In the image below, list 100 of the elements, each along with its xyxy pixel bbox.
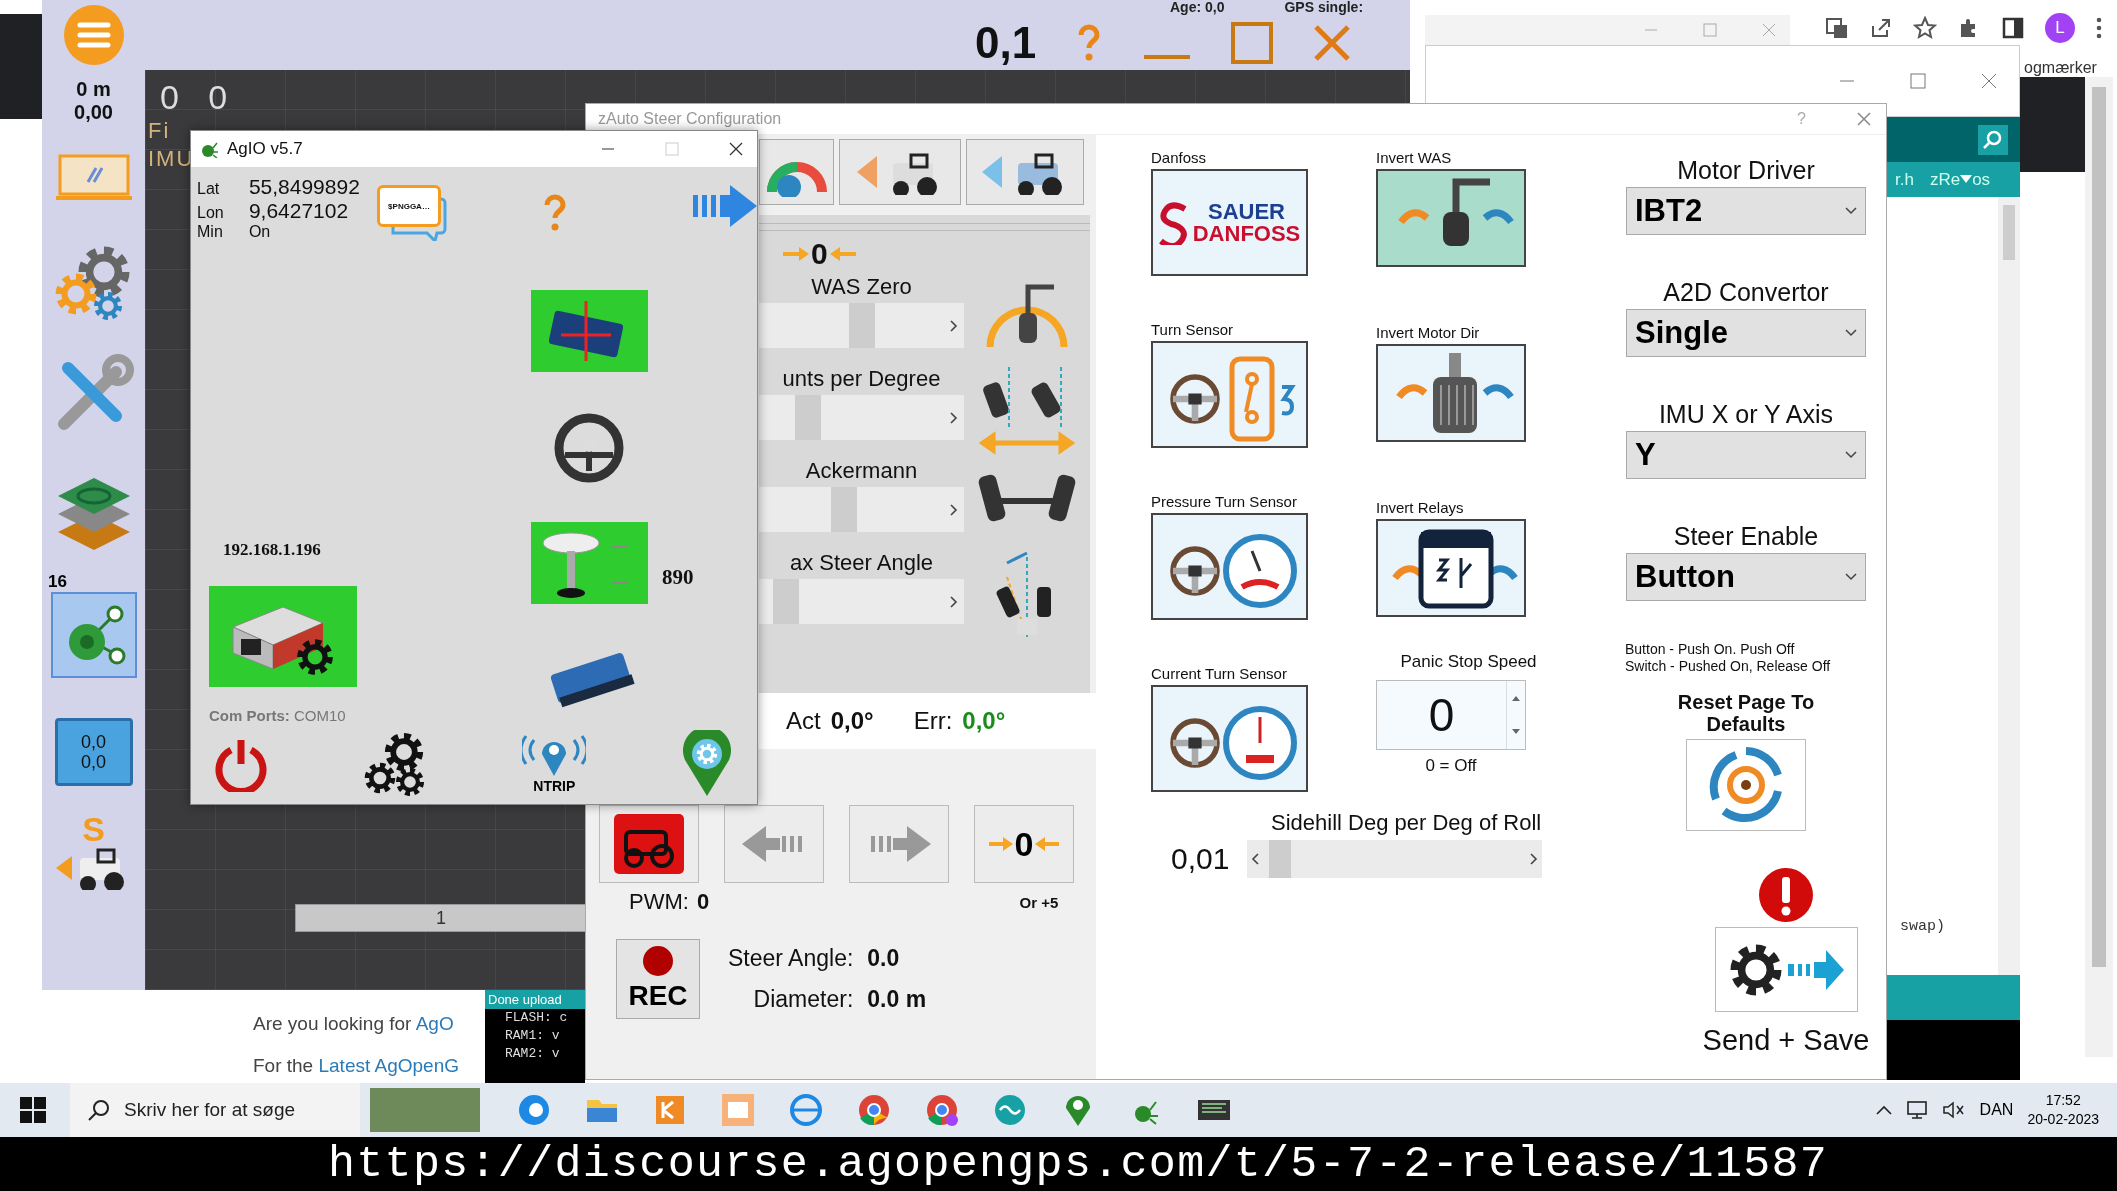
bookmarks-label[interactable]: ogmærker <box>2020 55 2117 77</box>
ntrip-button[interactable]: NTRIP <box>522 734 587 794</box>
slider-track[interactable] <box>759 579 964 624</box>
windows-logo-icon[interactable] <box>20 1097 46 1123</box>
more-menu-icon[interactable] <box>2095 15 2103 40</box>
page-link[interactable]: Latest AgOpenG <box>318 1055 459 1076</box>
age-label: Age: 0,0 <box>1170 0 1225 15</box>
gps-message-count: 890 <box>662 565 694 590</box>
down-arrow-icon[interactable] <box>1512 729 1520 735</box>
lane-indicator: 1 <box>295 904 587 932</box>
chevron-left-icon[interactable] <box>1251 853 1260 865</box>
longitude-value: 9,6427102 <box>248 199 350 223</box>
chevron-right-icon[interactable] <box>950 595 958 608</box>
area-value: 0,00 <box>74 101 113 124</box>
close-icon[interactable] <box>729 142 743 156</box>
sidehill-value: 0,01 <box>1171 842 1230 876</box>
translate-icon[interactable] <box>1825 15 1849 40</box>
steer-angle-label: Steer Angle: <box>728 945 854 972</box>
chevron-right-icon[interactable] <box>950 503 958 516</box>
dropdown-label: Steer Enable <box>1673 521 1819 552</box>
dropdown[interactable]: Button <box>1626 553 1866 601</box>
panic-stop-label: Panic Stop Speed <box>1399 652 1538 673</box>
nmea-button[interactable]: $PNGGA… <box>377 185 447 241</box>
console-line: RAM1: v <box>504 1027 561 1045</box>
tractor-tab[interactable] <box>966 139 1084 205</box>
slider-track[interactable] <box>759 395 964 440</box>
chevron-right-icon[interactable] <box>950 411 958 424</box>
chrome-icon <box>924 1092 960 1128</box>
clock-time[interactable]: 17:52 <box>2045 1091 2081 1110</box>
zero-button[interactable]: 0 <box>974 805 1074 883</box>
ethernet-button[interactable] <box>209 586 357 687</box>
clock-date[interactable]: 20-02-2023 <box>2027 1110 2099 1129</box>
error-value: 0,0° <box>962 707 1006 735</box>
profile-avatar[interactable]: L <box>2045 12 2075 43</box>
chevron-right-icon[interactable] <box>1530 853 1539 865</box>
module-button[interactable] <box>531 522 648 604</box>
sensor-toggle[interactable] <box>1151 341 1308 448</box>
slider-thumb[interactable] <box>1269 840 1292 878</box>
slider-thumb[interactable] <box>794 395 821 440</box>
side-panel-icon[interactable] <box>2001 15 2025 40</box>
tractor-button[interactable] <box>599 805 699 883</box>
chrome-icon <box>856 1092 892 1128</box>
caret-icon <box>1845 207 1857 215</box>
maximize-icon[interactable] <box>1230 20 1275 65</box>
window-title: zAuto Steer Configuration <box>598 110 783 128</box>
menu-icon[interactable] <box>62 4 125 66</box>
sensor-toggle[interactable] <box>1151 685 1308 792</box>
search-field[interactable]: Skriv her for at søge <box>70 1083 360 1137</box>
chevron-up-icon[interactable] <box>1875 1105 1892 1115</box>
dropdown[interactable]: IBT2 <box>1626 187 1866 235</box>
record-button[interactable]: REC <box>616 939 700 1019</box>
chevron-right-icon[interactable] <box>950 319 958 332</box>
reset-button[interactable] <box>1686 739 1806 831</box>
network-icon[interactable] <box>1905 1100 1928 1120</box>
slider-track[interactable] <box>759 303 964 348</box>
upload-status: Done upload <box>485 990 585 1009</box>
dropdown[interactable]: Single <box>1626 309 1866 357</box>
star-icon[interactable] <box>1913 15 1937 40</box>
reset-label: Reset Page To Defaults <box>1676 691 1816 735</box>
up-arrow-icon[interactable] <box>1512 695 1520 701</box>
toggle-label: Invert WAS <box>1376 148 1453 168</box>
page-link[interactable]: AgO <box>415 1013 454 1034</box>
send-button[interactable] <box>1714 927 1858 1012</box>
infinity-icon <box>992 1092 1028 1128</box>
ip-address: 192.168.1.196 <box>223 540 322 560</box>
right-arrow-icon <box>988 836 1013 852</box>
steer-left-button[interactable] <box>724 805 824 883</box>
search-icon[interactable] <box>1978 124 2008 155</box>
map-pin-icon[interactable] <box>680 730 733 798</box>
offset-display[interactable]: 0,0 0,0 <box>54 718 133 786</box>
dropdown[interactable]: Y <box>1626 431 1866 479</box>
slider-thumb[interactable] <box>848 303 875 348</box>
slider-thumb[interactable] <box>773 579 800 624</box>
center-value: 0 <box>811 237 828 271</box>
browser-icon <box>516 1092 552 1128</box>
caret-icon <box>1845 329 1857 337</box>
logo-text: DANFOSS <box>1192 222 1301 245</box>
slider-thumb[interactable] <box>830 487 857 532</box>
language-indicator[interactable]: DAN <box>1979 1101 2014 1119</box>
longitude-label: Lon <box>197 204 225 222</box>
tractor-tab[interactable] <box>839 139 961 205</box>
diameter-label: Diameter: <box>752 986 854 1013</box>
speaker-muted-icon[interactable] <box>1941 1100 1966 1120</box>
gauge-tab[interactable] <box>759 139 834 205</box>
section-button[interactable] <box>50 592 137 678</box>
sensor-toggle[interactable] <box>1151 513 1308 620</box>
help-text: Switch - Pushed On, Release Off <box>1625 658 1831 675</box>
steer-right-button[interactable] <box>849 805 949 883</box>
forward-arrow-icon[interactable] <box>693 183 757 229</box>
coordinates-text: 0 0 <box>160 78 238 117</box>
slider-track[interactable] <box>759 487 964 532</box>
caret-icon[interactable] <box>1960 174 1973 185</box>
globe-icon <box>788 1092 824 1128</box>
code-text: swap) <box>1900 918 1946 935</box>
pwm-readout: PWM: 0 <box>629 889 711 915</box>
sidehill-slider[interactable] <box>1247 840 1543 878</box>
sections-count: 16 <box>48 572 67 592</box>
sensor-toggle[interactable]: SAUER DANFOSS <box>1151 169 1308 276</box>
panic-stop-field[interactable]: 0 <box>1376 680 1526 750</box>
com-ports-label: Com Ports: COM10 <box>209 707 347 724</box>
